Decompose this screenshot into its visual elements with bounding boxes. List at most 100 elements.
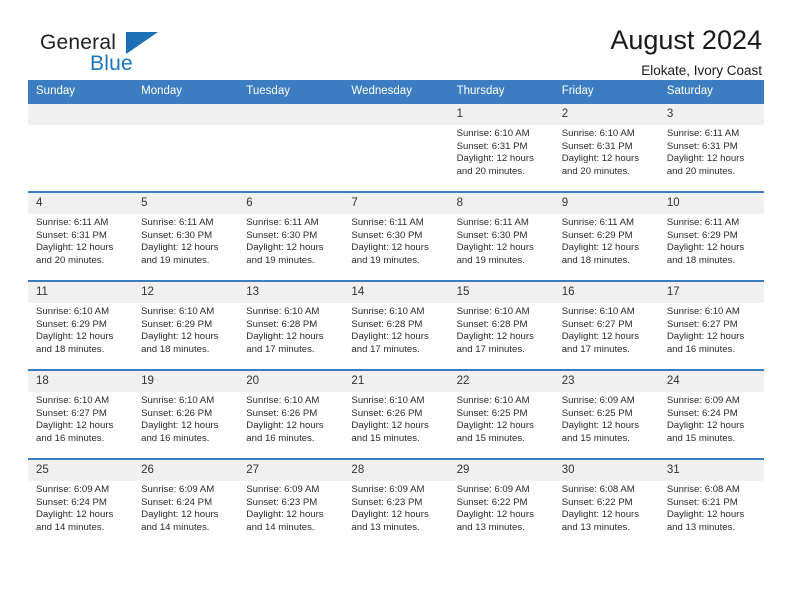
- calendar-day-cell[interactable]: 5 Sunrise: 6:11 AM Sunset: 6:30 PM Daylight…: [133, 191, 239, 281]
- calendar-day-cell[interactable]: 2 Sunrise: 6:10 AM Sunset: 6:31 PM Daylight…: [553, 102, 659, 192]
- day-number: 5: [133, 193, 239, 214]
- day-cell-inner: 6 Sunrise: 6:11 AM Sunset: 6:30 PM Daylight…: [238, 193, 344, 280]
- calendar-day-cell[interactable]: 29 Sunrise: 6:09 AM Sunset: 6:22 PM Dayligh…: [448, 458, 554, 548]
- daylight-text-line2: and 20 minutes.: [561, 165, 630, 177]
- sunrise-text: Sunrise: 6:09 AM: [351, 484, 425, 495]
- calendar-day-cell[interactable]: 17 Sunrise: 6:10 AM Sunset: 6:27 PM Dayligh…: [658, 280, 764, 370]
- day-number: 30: [553, 460, 659, 481]
- daylight-text-line1: Daylight: 12 hours: [246, 420, 324, 432]
- day-number: 9: [553, 193, 659, 214]
- day-sun-info: Sunrise: 6:08 AM Sunset: 6:22 PM Daylight:…: [554, 481, 659, 534]
- day-cell-inner: 9 Sunrise: 6:11 AM Sunset: 6:29 PM Daylight…: [553, 193, 659, 280]
- day-sun-info: Sunrise: 6:10 AM Sunset: 6:26 PM Daylight:…: [343, 392, 448, 445]
- calendar-day-cell[interactable]: 26 Sunrise: 6:09 AM Sunset: 6:24 PM Dayligh…: [133, 458, 239, 548]
- calendar-day-cell[interactable]: 3 Sunrise: 6:11 AM Sunset: 6:31 PM Daylight…: [658, 102, 764, 192]
- calendar-day-cell[interactable]: 21 Sunrise: 6:10 AM Sunset: 6:26 PM Dayligh…: [343, 369, 449, 459]
- sunrise-text: Sunrise: 6:10 AM: [456, 395, 530, 406]
- sunrise-text: Sunrise: 6:11 AM: [351, 217, 424, 228]
- day-cell-inner: [133, 104, 239, 191]
- day-number: 17: [658, 282, 764, 303]
- day-sun-info: Sunrise: 6:09 AM Sunset: 6:24 PM Daylight:…: [28, 481, 133, 534]
- day-cell-inner: 12 Sunrise: 6:10 AM Sunset: 6:29 PM Dayligh…: [133, 282, 239, 369]
- daylight-text-line2: and 14 minutes.: [141, 521, 210, 533]
- sunset-text: Sunset: 6:22 PM: [456, 496, 528, 508]
- day-cell-inner: [28, 104, 134, 191]
- sunrise-text: Sunrise: 6:09 AM: [141, 484, 215, 495]
- daylight-text-line2: and 15 minutes.: [561, 432, 630, 444]
- calendar-day-cell[interactable]: 22 Sunrise: 6:10 AM Sunset: 6:25 PM Dayligh…: [448, 369, 554, 459]
- daylight-text-line1: Daylight: 12 hours: [666, 420, 745, 432]
- sunrise-text: Sunrise: 6:10 AM: [141, 306, 215, 317]
- calendar-day-cell[interactable]: 9 Sunrise: 6:11 AM Sunset: 6:29 PM Daylight…: [553, 191, 659, 281]
- day-sun-info: Sunrise: 6:10 AM Sunset: 6:29 PM Daylight:…: [133, 303, 238, 356]
- day-number: 26: [133, 460, 239, 481]
- calendar-day-cell[interactable]: 13 Sunrise: 6:10 AM Sunset: 6:28 PM Dayligh…: [238, 280, 344, 370]
- daylight-text-line1: Daylight: 12 hours: [561, 420, 640, 432]
- sunset-text: Sunset: 6:29 PM: [36, 318, 107, 330]
- day-number: 24: [658, 371, 764, 392]
- daylight-text-line2: and 17 minutes.: [351, 343, 420, 355]
- daylight-text-line1: Daylight: 12 hours: [246, 509, 324, 521]
- calendar-day-cell[interactable]: 31 Sunrise: 6:08 AM Sunset: 6:21 PM Dayligh…: [658, 458, 764, 548]
- calendar-day-cell[interactable]: 11 Sunrise: 6:10 AM Sunset: 6:29 PM Dayligh…: [28, 280, 134, 370]
- day-cell-inner: [238, 104, 344, 191]
- calendar-day-cell[interactable]: 6 Sunrise: 6:11 AM Sunset: 6:30 PM Daylight…: [238, 191, 344, 281]
- calendar-day-cell[interactable]: 23 Sunrise: 6:09 AM Sunset: 6:25 PM Dayligh…: [553, 369, 659, 459]
- sunrise-text: Sunrise: 6:11 AM: [36, 217, 109, 228]
- calendar-day-cell[interactable]: 25 Sunrise: 6:09 AM Sunset: 6:24 PM Dayligh…: [28, 458, 134, 548]
- sunrise-text: Sunrise: 6:11 AM: [561, 217, 635, 228]
- day-number: 15: [448, 282, 554, 303]
- daylight-text-line2: and 16 minutes.: [666, 343, 736, 355]
- day-cell-inner: 16 Sunrise: 6:10 AM Sunset: 6:27 PM Dayligh…: [553, 282, 659, 369]
- calendar-day-cell[interactable]: 19 Sunrise: 6:10 AM Sunset: 6:26 PM Dayligh…: [133, 369, 239, 459]
- sunrise-text: Sunrise: 6:10 AM: [666, 306, 740, 317]
- daylight-text-line1: Daylight: 12 hours: [561, 242, 640, 254]
- day-sun-info: Sunrise: 6:10 AM Sunset: 6:28 PM Daylight:…: [449, 303, 554, 356]
- calendar-day-cell[interactable]: 16 Sunrise: 6:10 AM Sunset: 6:27 PM Dayligh…: [553, 280, 659, 370]
- daylight-text-line1: Daylight: 12 hours: [456, 242, 534, 254]
- daylight-text-line2: and 17 minutes.: [561, 343, 630, 355]
- daylight-text-line2: and 13 minutes.: [666, 521, 736, 533]
- general-blue-logo[interactable]: General Blue: [28, 26, 208, 82]
- sunrise-text: Sunrise: 6:09 AM: [666, 395, 740, 406]
- day-cell-inner: 7 Sunrise: 6:11 AM Sunset: 6:30 PM Daylight…: [343, 193, 449, 280]
- calendar-day-cell[interactable]: 20 Sunrise: 6:10 AM Sunset: 6:26 PM Dayligh…: [238, 369, 344, 459]
- day-number: 16: [553, 282, 659, 303]
- sunrise-text: Sunrise: 6:09 AM: [561, 395, 635, 406]
- daylight-text-line1: Daylight: 12 hours: [351, 331, 429, 343]
- sunset-text: Sunset: 6:24 PM: [36, 496, 107, 508]
- calendar-day-cell[interactable]: 8 Sunrise: 6:11 AM Sunset: 6:30 PM Daylight…: [448, 191, 554, 281]
- calendar-day-cell[interactable]: 27 Sunrise: 6:09 AM Sunset: 6:23 PM Dayligh…: [238, 458, 344, 548]
- calendar-day-cell[interactable]: 14 Sunrise: 6:10 AM Sunset: 6:28 PM Dayligh…: [343, 280, 449, 370]
- day-cell-inner: 23 Sunrise: 6:09 AM Sunset: 6:25 PM Dayligh…: [553, 371, 659, 458]
- daylight-text-line1: Daylight: 12 hours: [36, 420, 114, 432]
- calendar-day-cell[interactable]: 18 Sunrise: 6:10 AM Sunset: 6:27 PM Dayligh…: [28, 369, 134, 459]
- day-cell-inner: 4 Sunrise: 6:11 AM Sunset: 6:31 PM Daylight…: [28, 193, 134, 280]
- sunrise-text: Sunrise: 6:09 AM: [456, 484, 530, 495]
- calendar-day-cell[interactable]: 7 Sunrise: 6:11 AM Sunset: 6:30 PM Daylight…: [343, 191, 449, 281]
- day-number: 19: [133, 371, 239, 392]
- daylight-text-line2: and 14 minutes.: [246, 521, 315, 533]
- calendar-day-cell[interactable]: 12 Sunrise: 6:10 AM Sunset: 6:29 PM Dayligh…: [133, 280, 239, 370]
- calendar-day-cell[interactable]: 1 Sunrise: 6:10 AM Sunset: 6:31 PM Daylight…: [448, 102, 554, 192]
- day-number: 28: [343, 460, 449, 481]
- calendar-day-cell[interactable]: 28 Sunrise: 6:09 AM Sunset: 6:23 PM Dayligh…: [343, 458, 449, 548]
- calendar-day-cell[interactable]: 15 Sunrise: 6:10 AM Sunset: 6:28 PM Dayligh…: [448, 280, 554, 370]
- calendar-day-cell[interactable]: 10 Sunrise: 6:11 AM Sunset: 6:29 PM Dayligh…: [658, 191, 764, 281]
- day-cell-inner: 28 Sunrise: 6:09 AM Sunset: 6:23 PM Dayligh…: [343, 460, 449, 548]
- calendar-day-cell[interactable]: 24 Sunrise: 6:09 AM Sunset: 6:24 PM Dayligh…: [658, 369, 764, 459]
- weekday-header-wednesday: Wednesday: [343, 80, 449, 103]
- day-cell-inner: 26 Sunrise: 6:09 AM Sunset: 6:24 PM Dayligh…: [133, 460, 239, 548]
- day-cell-inner: 15 Sunrise: 6:10 AM Sunset: 6:28 PM Dayligh…: [448, 282, 554, 369]
- calendar-page: General Blue August 2024 Elokate, Ivory …: [0, 0, 792, 612]
- daylight-text-line2: and 16 minutes.: [36, 432, 105, 444]
- day-cell-inner: 20 Sunrise: 6:10 AM Sunset: 6:26 PM Dayligh…: [238, 371, 344, 458]
- weekday-header-sunday: Sunday: [28, 80, 134, 103]
- day-sun-info: Sunrise: 6:10 AM Sunset: 6:27 PM Daylight:…: [659, 303, 764, 356]
- calendar-day-cell[interactable]: 30 Sunrise: 6:08 AM Sunset: 6:22 PM Dayligh…: [553, 458, 659, 548]
- calendar-body: 1 Sunrise: 6:10 AM Sunset: 6:31 PM Daylight…: [28, 102, 764, 548]
- calendar-day-cell[interactable]: 4 Sunrise: 6:11 AM Sunset: 6:31 PM Daylight…: [28, 191, 134, 281]
- weekday-header-friday: Friday: [553, 80, 659, 103]
- day-sun-info: Sunrise: 6:10 AM Sunset: 6:25 PM Daylight:…: [449, 392, 554, 445]
- sunset-text: Sunset: 6:21 PM: [666, 496, 738, 508]
